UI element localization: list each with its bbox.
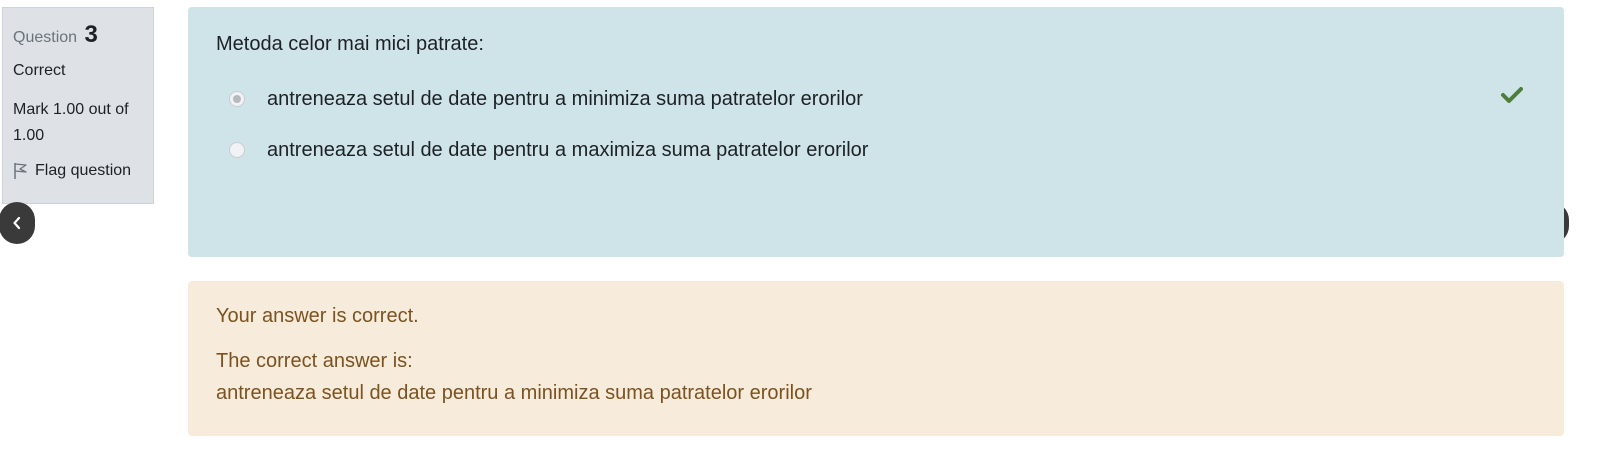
chevron-left-icon — [13, 216, 21, 230]
question-number-value: 3 — [84, 21, 98, 48]
answer-options: antreneaza setul de date pentru a minimi… — [216, 79, 1564, 181]
right-answer-intro: The correct answer is: — [216, 350, 413, 372]
right-answer-text: antreneaza setul de date pentru a minimi… — [216, 382, 812, 404]
feedback-text: Your answer is correct. — [216, 305, 419, 327]
answer-option-label: antreneaza setul de date pentru a maximi… — [267, 138, 869, 161]
question-state: Correct — [13, 62, 66, 79]
question-outcome: Your answer is correct. The correct answ… — [188, 281, 1564, 436]
flag-question-label: Flag question — [35, 162, 132, 179]
answer-option[interactable]: antreneaza setul de date pentru a minimi… — [216, 79, 1564, 119]
answer-option[interactable]: antreneaza setul de date pentru a maximi… — [216, 119, 1564, 181]
answer-option-label: antreneaza setul de date pentru a minimi… — [267, 87, 863, 110]
question-grade: Mark 1.00 out of 1.00 — [13, 101, 129, 144]
check-icon — [1501, 87, 1523, 103]
previous-button[interactable] — [0, 202, 35, 244]
answer-radio[interactable] — [229, 142, 245, 158]
question-text: Metoda celor mai mici patrate: — [216, 33, 484, 55]
right-answer: The correct answer is: antreneaza setul … — [216, 345, 1564, 409]
flag-icon — [14, 163, 27, 179]
flag-question-button[interactable]: Flag question — [13, 161, 153, 181]
question-info: Question 3 Correct Mark 1.00 out of 1.00… — [2, 7, 154, 204]
question-formulation: Metoda celor mai mici patrate: antreneaz… — [188, 7, 1564, 257]
answer-radio[interactable] — [229, 91, 245, 107]
question-number: Question 3 — [13, 22, 153, 51]
question-label: Question — [13, 29, 78, 46]
